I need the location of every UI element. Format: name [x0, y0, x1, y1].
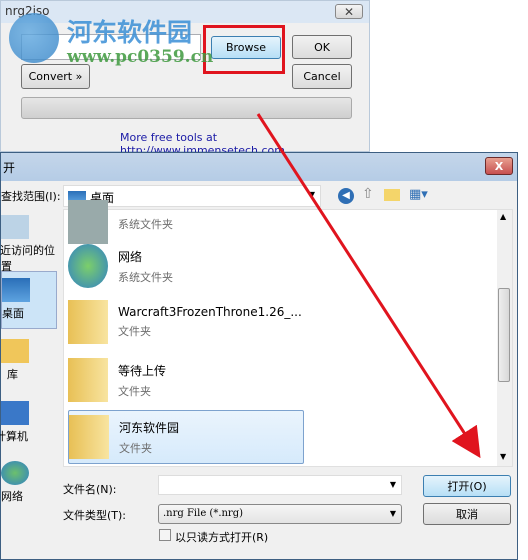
- annotation-arrow: [256, 113, 481, 459]
